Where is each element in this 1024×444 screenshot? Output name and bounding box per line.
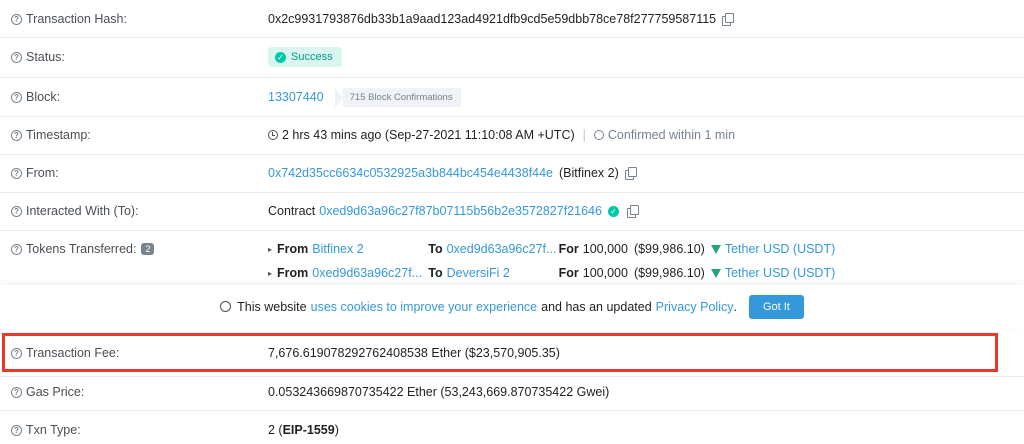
question-circle-icon[interactable]: ?: [11, 13, 22, 25]
divider: [0, 37, 1024, 38]
interacted-with-label: Interacted With (To):: [26, 204, 139, 218]
check-circle-icon: ✓: [275, 51, 286, 63]
copy-icon[interactable]: [624, 166, 637, 180]
question-circle-icon[interactable]: ?: [11, 205, 22, 217]
from-word: From: [277, 242, 309, 256]
contract-prefix: Contract: [268, 204, 316, 218]
row-interacted-with: ? Interacted With (To): Contract 0xed9d63…: [0, 201, 1024, 221]
cookie-text-2: and has an updated: [541, 299, 652, 314]
token-link[interactable]: Tether USD (USDT): [725, 242, 835, 256]
cookie-text-1: This website: [237, 299, 307, 314]
divider: [0, 154, 1024, 155]
status-label: Status:: [26, 50, 65, 64]
cookie-icon: [220, 301, 232, 312]
copy-icon[interactable]: [722, 12, 735, 26]
transfer-from-link[interactable]: Bitfinex 2: [312, 242, 428, 256]
question-circle-icon[interactable]: ?: [11, 386, 22, 398]
question-circle-icon[interactable]: ?: [11, 167, 22, 179]
divider: [0, 410, 1024, 411]
transfer-to-link[interactable]: DeversiFi 2: [447, 266, 559, 280]
separator: |: [582, 128, 586, 142]
check-circle-icon: ✓: [607, 205, 619, 217]
question-circle-icon[interactable]: ?: [11, 51, 22, 63]
question-circle-icon[interactable]: ?: [11, 91, 22, 103]
question-circle-icon[interactable]: ?: [11, 424, 22, 436]
divider: [0, 230, 1024, 231]
caret-right-icon: ▸: [268, 268, 273, 278]
cookie-text-3: .: [733, 299, 737, 314]
divider: [0, 116, 1024, 117]
privacy-policy-link[interactable]: Privacy Policy: [656, 300, 734, 314]
tether-icon: [710, 244, 721, 254]
divider: [0, 77, 1024, 78]
cookie-policy-link[interactable]: uses cookies to improve your experience: [311, 300, 538, 314]
status-value: Success: [291, 51, 333, 63]
transfer-amount: 100,000: [582, 242, 628, 256]
transaction-details-panel: ? Transaction Hash: 0x2c9931793876db33b1a…: [0, 0, 1024, 444]
question-circle-icon[interactable]: ?: [11, 129, 22, 141]
token-link[interactable]: Tether USD (USDT): [725, 266, 835, 280]
row-timestamp: ? Timestamp: 2 hrs 43 mins ago (Sep-27-20…: [0, 125, 1024, 145]
row-block: ? Block: 13307440 715 Block Confirmations: [0, 86, 1024, 108]
caret-right-icon: ▸: [268, 244, 273, 254]
divider: [0, 192, 1024, 193]
row-gas-price: ? Gas Price: 0.053243669870735422 Ether (…: [0, 382, 1024, 402]
for-word: For: [558, 242, 579, 256]
token-transfer-row: ▸ From Bitfinex 2 To 0xed9d63a96c27f... …: [268, 242, 835, 256]
status-badge: ✓ Success: [268, 47, 342, 67]
txn-type-label: Txn Type:: [26, 423, 81, 437]
highlight-box: [2, 333, 998, 372]
to-word: To: [428, 242, 443, 256]
transfer-to-link[interactable]: 0xed9d63a96c27f...: [447, 242, 559, 256]
contract-address-link[interactable]: 0xed9d63a96c27f87b07115b56b2e3572827f216…: [319, 204, 602, 218]
question-circle-icon[interactable]: ?: [11, 243, 22, 255]
timestamp-value: 2 hrs 43 mins ago (Sep-27-2021 11:10:08 …: [282, 128, 575, 142]
row-from: ? From: 0x742d35cc6634c0532925a3b844bc454…: [0, 163, 1024, 183]
block-label: Block:: [26, 90, 61, 104]
block-number-link[interactable]: 13307440: [268, 90, 324, 104]
row-status: ? Status: ✓ Success: [0, 45, 1024, 69]
timestamp-label: Timestamp:: [26, 128, 91, 142]
got-it-button[interactable]: Got It: [748, 294, 804, 319]
transfer-amount: 100,000: [582, 266, 628, 280]
token-transfer-row: ▸ From 0xed9d63a96c27f... To DeversiFi 2…: [268, 266, 835, 280]
transfer-usd: ($99,986.10): [633, 242, 705, 256]
transaction-hash-label: Transaction Hash:: [26, 12, 127, 26]
from-label: From:: [26, 166, 59, 180]
tether-icon: [710, 268, 721, 278]
from-address-link[interactable]: 0x742d35cc6634c0532925a3b844bc454e4438f4…: [268, 166, 553, 180]
gas-price-value: 0.053243669870735422 Ether (53,243,669.8…: [268, 385, 610, 399]
transfer-from-link[interactable]: 0xed9d63a96c27f...: [312, 266, 428, 280]
txn-type-eip: EIP-1559: [282, 423, 335, 437]
txn-type-prefix: 2 (: [268, 423, 283, 437]
from-word: From: [277, 266, 309, 280]
divider: [0, 376, 1024, 377]
txn-type-suffix: ): [334, 423, 339, 437]
row-txn-type: ? Txn Type: 2 (EIP-1559): [0, 420, 1024, 440]
confirmed-within-text: Confirmed within 1 min: [607, 128, 736, 142]
timer-icon: [593, 130, 604, 140]
row-transaction-hash: ? Transaction Hash: 0x2c9931793876db33b1a…: [0, 9, 1024, 29]
gas-price-label: Gas Price:: [26, 385, 85, 399]
block-confirmations-badge: 715 Block Confirmations: [334, 87, 461, 108]
to-word: To: [428, 266, 443, 280]
tokens-transferred-label: Tokens Transferred:: [26, 242, 137, 256]
for-word: For: [558, 266, 579, 280]
transfer-usd: ($99,986.10): [633, 266, 705, 280]
from-name: (Bitfinex 2): [559, 166, 619, 180]
cookie-banner: This website uses cookies to improve you…: [0, 285, 1024, 328]
copy-icon[interactable]: [626, 204, 639, 218]
count-badge: 2: [141, 243, 155, 255]
transaction-hash-value: 0x2c9931793876db33b1a9aad123ad4921dfb9cd…: [268, 12, 717, 26]
clock-icon: [268, 130, 278, 140]
